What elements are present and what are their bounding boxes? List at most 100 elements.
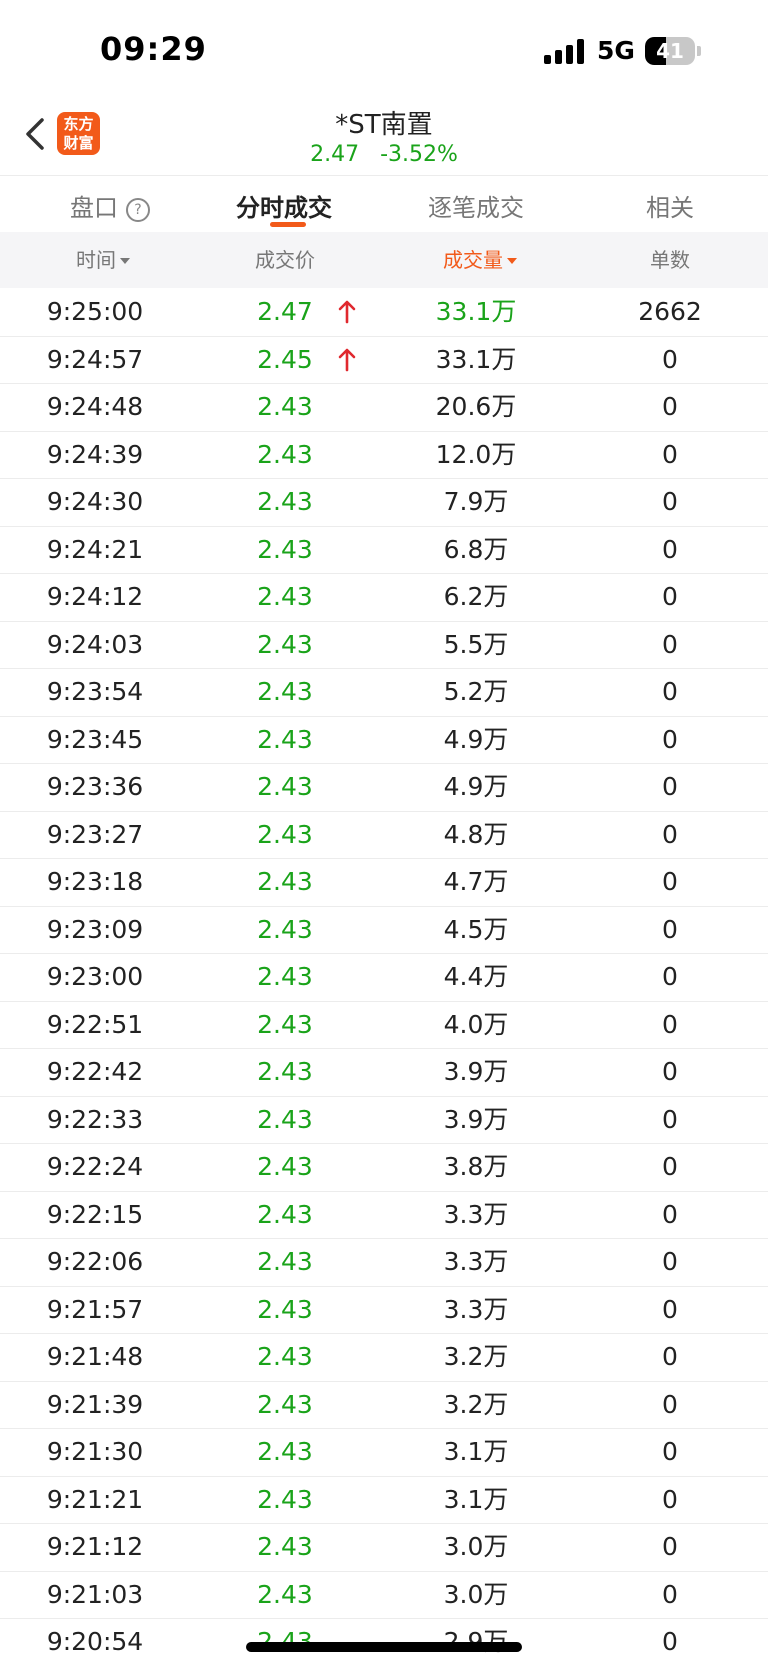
trade-price: 2.43 [257, 1437, 313, 1466]
caret-down-icon [507, 258, 517, 264]
question-circle-icon[interactable]: ? [126, 198, 150, 222]
trade-count: 0 [662, 1532, 678, 1561]
table-row[interactable]: 9:23:09 2.43 4.5万 0 [0, 907, 768, 954]
table-row[interactable]: 9:24:12 2.43 6.2万 0 [0, 574, 768, 622]
trade-list[interactable]: 9:25:00 2.47 33.1万 2662 9:24:57 2.45 33.1万 0 9:2… [0, 289, 768, 1665]
home-indicator[interactable] [246, 1642, 522, 1652]
arrow-up-icon [338, 300, 356, 324]
table-row[interactable]: 9:22:24 2.43 3.8万 0 [0, 1144, 768, 1192]
column-header-volume[interactable]: 成交量 [380, 232, 580, 288]
table-header: 时间 成交价 成交量 单数 [0, 232, 768, 288]
table-row[interactable]: 9:24:21 2.43 6.8万 0 [0, 527, 768, 574]
trade-time: 9:21:03 [46, 1579, 144, 1609]
table-row[interactable]: 9:24:39 2.43 12.0万 0 [0, 432, 768, 479]
trade-count: 0 [662, 1057, 678, 1086]
trade-price: 2.43 [257, 439, 313, 469]
trade-count: 0 [662, 1342, 678, 1371]
trade-count: 0 [662, 1627, 678, 1656]
trade-price: 2.43 [257, 1389, 313, 1419]
trade-count: 0 [662, 867, 678, 896]
trade-time: 9:22:15 [46, 1199, 144, 1229]
trade-time: 9:21:21 [46, 1484, 144, 1514]
table-row[interactable]: 9:22:42 2.43 3.9万 0 [0, 1049, 768, 1097]
table-row[interactable]: 9:21:57 2.43 3.3万 0 [0, 1287, 768, 1334]
trade-volume: 6.8万 [443, 534, 509, 564]
trade-count: 0 [662, 819, 678, 849]
trade-price: 2.43 [257, 629, 313, 659]
battery-level: 41 [656, 39, 684, 63]
trade-price: 2.43 [257, 1484, 313, 1514]
tab-time-sales[interactable]: 分时成交 [236, 188, 332, 223]
trade-count: 0 [662, 724, 678, 754]
trade-price: 2.43 [257, 487, 313, 516]
table-row[interactable]: 9:24:03 2.43 5.5万 0 [0, 622, 768, 669]
trade-volume: 3.9万 [443, 1057, 509, 1086]
caret-down-icon [120, 258, 130, 264]
table-row[interactable]: 9:24:57 2.45 33.1万 0 [0, 337, 768, 384]
tab-label: 逐笔成交 [428, 194, 524, 222]
trade-count: 2662 [638, 297, 702, 326]
trade-count: 0 [662, 1437, 678, 1466]
trade-time: 9:21:57 [46, 1294, 144, 1324]
trade-volume: 4.5万 [443, 914, 509, 944]
trade-volume: 33.1万 [435, 344, 517, 374]
table-row[interactable]: 9:22:15 2.43 3.3万 0 [0, 1192, 768, 1239]
table-row[interactable]: 9:24:30 2.43 7.9万 0 [0, 479, 768, 527]
table-row[interactable]: 9:23:27 2.43 4.8万 0 [0, 812, 768, 859]
trade-price: 2.43 [257, 914, 313, 944]
trade-volume: 4.8万 [443, 819, 509, 849]
table-row[interactable]: 9:21:21 2.43 3.1万 0 [0, 1477, 768, 1524]
stock-quote: 2.47 -3.52% [0, 142, 768, 167]
trade-volume: 6.2万 [443, 582, 509, 611]
trade-time: 9:23:45 [46, 724, 144, 754]
table-row[interactable]: 9:21:39 2.43 3.2万 0 [0, 1382, 768, 1429]
table-row[interactable]: 9:21:30 2.43 3.1万 0 [0, 1429, 768, 1477]
trade-time: 9:22:24 [46, 1152, 144, 1181]
tab-label: 相关 [646, 194, 694, 222]
trade-time: 9:22:51 [46, 1009, 144, 1039]
trade-time: 9:22:06 [46, 1247, 144, 1276]
trade-time: 9:23:27 [46, 819, 144, 849]
table-row[interactable]: 9:21:48 2.43 3.2万 0 [0, 1334, 768, 1382]
battery-cap [697, 46, 701, 56]
table-row[interactable]: 9:25:00 2.47 33.1万 2662 [0, 289, 768, 337]
table-row[interactable]: 9:23:45 2.43 4.9万 0 [0, 717, 768, 764]
tab-order-book[interactable]: 盘口? [70, 188, 150, 223]
trade-price: 2.43 [257, 867, 313, 896]
trade-price: 2.43 [257, 962, 313, 991]
trade-count: 0 [662, 1389, 678, 1419]
table-row[interactable]: 9:22:51 2.43 4.0万 0 [0, 1002, 768, 1049]
trade-time: 9:24:21 [46, 534, 144, 564]
trade-volume: 33.1万 [435, 297, 517, 326]
network-type: 5G [597, 36, 635, 65]
table-row[interactable]: 9:21:12 2.43 3.0万 0 [0, 1524, 768, 1572]
tab-tick-trades[interactable]: 逐笔成交 [428, 188, 524, 223]
table-row[interactable]: 9:21:03 2.43 3.0万 0 [0, 1572, 768, 1619]
trade-price: 2.43 [257, 392, 313, 421]
trade-price: 2.43 [257, 1152, 313, 1181]
trade-time: 9:22:33 [46, 1104, 144, 1134]
trade-time: 9:24:57 [46, 344, 144, 374]
trade-time: 9:22:42 [46, 1057, 144, 1086]
trade-time: 9:21:39 [46, 1389, 144, 1419]
trade-volume: 3.8万 [443, 1152, 509, 1181]
table-row[interactable]: 9:22:33 2.43 3.9万 0 [0, 1097, 768, 1144]
status-bar: 09:29 5G 41 [0, 0, 768, 100]
table-row[interactable]: 9:23:54 2.43 5.2万 0 [0, 669, 768, 717]
trade-time: 9:24:39 [46, 439, 144, 469]
trade-count: 0 [662, 1294, 678, 1324]
table-row[interactable]: 9:23:36 2.43 4.9万 0 [0, 764, 768, 812]
column-header-time[interactable]: 时间 [0, 232, 206, 288]
trade-price: 2.43 [257, 677, 313, 706]
table-row[interactable]: 9:24:48 2.43 20.6万 0 [0, 384, 768, 432]
trade-count: 0 [662, 487, 678, 516]
tab-related[interactable]: 相关 [646, 188, 694, 223]
trade-price: 2.43 [257, 1199, 313, 1229]
trade-volume: 3.9万 [443, 1104, 509, 1134]
trade-price: 2.43 [257, 1532, 313, 1561]
table-row[interactable]: 9:22:06 2.43 3.3万 0 [0, 1239, 768, 1287]
table-row[interactable]: 9:23:00 2.43 4.4万 0 [0, 954, 768, 1002]
trade-count: 0 [662, 772, 678, 801]
table-row[interactable]: 9:23:18 2.43 4.7万 0 [0, 859, 768, 907]
trade-price: 2.43 [257, 1009, 313, 1039]
